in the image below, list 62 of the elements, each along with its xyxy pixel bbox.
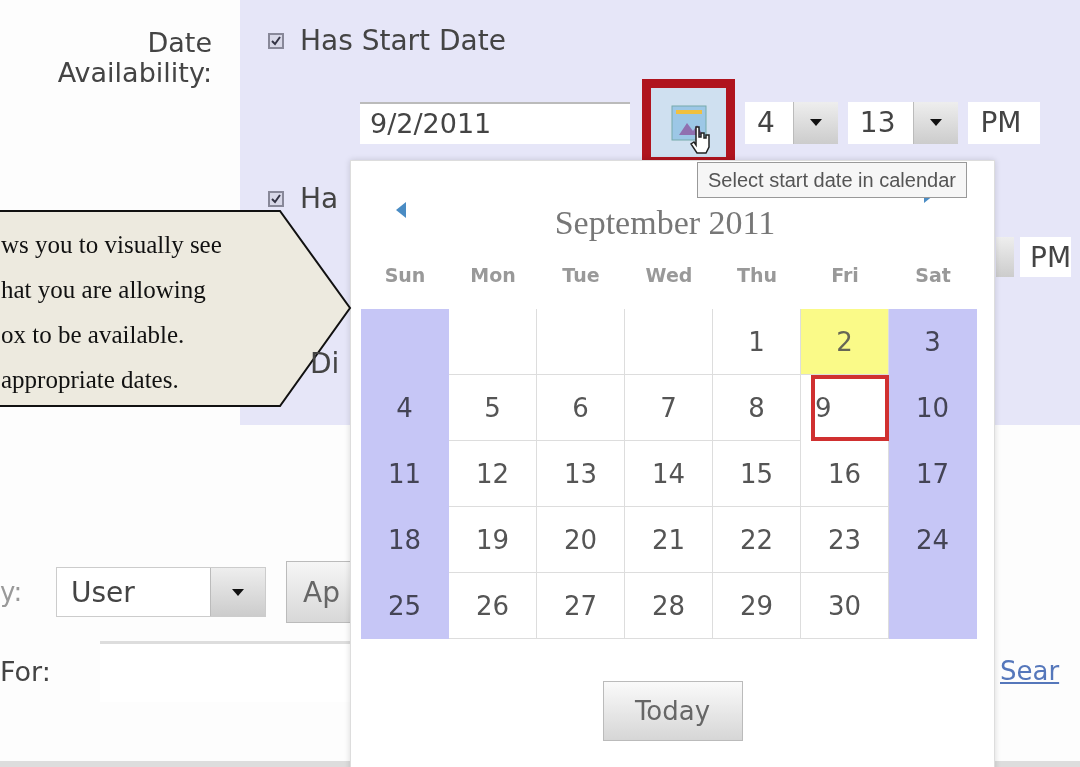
caret-icon: [930, 119, 943, 126]
field-label: y:: [0, 577, 24, 607]
hand-cursor-icon: [690, 125, 712, 155]
checkbox-label: Ha: [300, 182, 339, 215]
checkmark-icon: [271, 35, 281, 46]
caret-icon: [232, 588, 244, 596]
calendar-day[interactable]: 25: [361, 573, 449, 639]
date-input-field[interactable]: 9/2/2011: [360, 101, 630, 144]
calendar-day[interactable]: 8: [713, 375, 801, 441]
calendar-day[interactable]: 14: [625, 441, 713, 507]
today-button[interactable]: Today: [602, 681, 743, 741]
calendar-day[interactable]: 3: [889, 309, 977, 375]
calendar-day[interactable]: 13: [537, 441, 625, 507]
calendar-day[interactable]: 12: [449, 441, 537, 507]
weekday-label: Wed: [644, 263, 694, 288]
calendar-day[interactable]: 28: [625, 573, 713, 639]
calendar-day[interactable]: 7: [625, 375, 713, 441]
caret-icon: [809, 119, 822, 126]
calendar-day[interactable]: 29: [713, 573, 801, 639]
calendar-day[interactable]: 6: [537, 375, 625, 441]
weekday-label: Sun: [383, 263, 427, 288]
checkbox[interactable]: [268, 32, 284, 49]
user-select[interactable]: User: [56, 567, 266, 617]
calendar-day[interactable]: 5: [449, 375, 537, 441]
search-link[interactable]: Sear: [1000, 656, 1060, 686]
dropdown-button[interactable]: [792, 101, 838, 144]
calendar-day[interactable]: 24: [889, 507, 977, 573]
month-title: September 2011: [553, 204, 777, 242]
calendar-icon: [668, 102, 709, 143]
calendar-day[interactable]: 21: [625, 507, 713, 573]
calendar-day[interactable]: 26: [449, 573, 537, 639]
callout-text: ws you to visually see hat you are allowing ox to be available. appropriate dates.: [0, 230, 223, 395]
hour-select[interactable]: 4: [745, 101, 838, 144]
weekday-label: Mon: [469, 263, 517, 288]
calendar-day[interactable]: 27: [537, 573, 625, 639]
field-label: Date Availability:: [56, 26, 213, 88]
tooltip: Select start date in calendar: [697, 162, 967, 198]
weekday-label: Sat: [914, 263, 952, 288]
calendar-day[interactable]: 2: [801, 309, 889, 375]
calendar-day[interactable]: 11: [361, 441, 449, 507]
calendar-day[interactable]: 9: [811, 375, 889, 441]
checkmark-icon: [271, 193, 281, 204]
field-label: For:: [0, 655, 52, 687]
previous-month-icon[interactable]: [396, 202, 406, 218]
checkbox-label: Has Start Date: [300, 24, 506, 57]
dropdown-button[interactable]: [913, 101, 959, 144]
calendar-day[interactable]: 15: [713, 441, 801, 507]
checkbox-label: Di: [310, 347, 340, 380]
weekday-label: Fri: [830, 263, 860, 288]
calendar-day[interactable]: 17: [889, 441, 977, 507]
calendar-day[interactable]: 20: [537, 507, 625, 573]
ampm-select[interactable]: PM: [1020, 237, 1072, 277]
calendar-day[interactable]: 22: [713, 507, 801, 573]
weekday-label: Tue: [561, 263, 601, 288]
ampm-select[interactable]: PM: [968, 101, 1040, 144]
calendar-day[interactable]: 10: [889, 375, 977, 441]
calendar-day[interactable]: 19: [449, 507, 537, 573]
calendar-day[interactable]: 4: [361, 375, 449, 441]
checkbox[interactable]: [268, 190, 284, 207]
calendar-day[interactable]: 18: [361, 507, 449, 573]
weekday-label: Thu: [736, 263, 778, 288]
minute-select[interactable]: 13: [847, 101, 959, 144]
